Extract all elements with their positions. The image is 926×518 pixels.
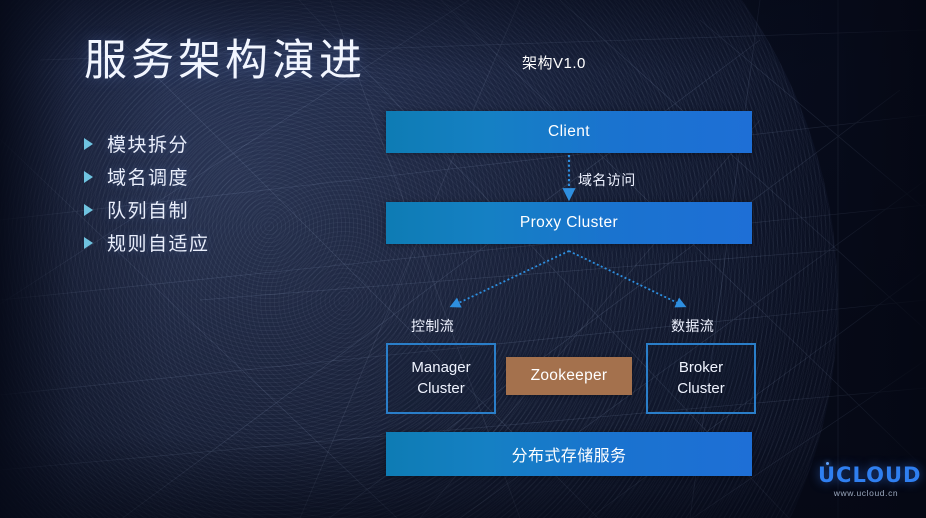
label-domain-access: 域名访问: [578, 172, 636, 188]
label-control-flow: 控制流: [411, 318, 455, 334]
node-broker-cluster-line1: Broker: [678, 358, 724, 376]
node-broker-cluster-line2: Cluster: [677, 379, 725, 397]
ucloud-logo: UCLOUD www.ucloud.cn: [818, 462, 922, 506]
node-manager-cluster: Manager Cluster: [386, 343, 496, 414]
node-client: Client: [386, 111, 752, 153]
logo-dot-icon: [826, 462, 829, 465]
slide-canvas: 服务架构演进 模块拆分 域名调度 队列自制 规则自适应 架构V1.0 Clien…: [0, 0, 926, 518]
logo-url: www.ucloud.cn: [833, 488, 899, 498]
label-data-flow: 数据流: [671, 318, 715, 334]
node-proxy-cluster: Proxy Cluster: [386, 202, 752, 244]
diagram-heading: 架构V1.0: [522, 55, 586, 72]
node-distributed-storage: 分布式存储服务: [386, 432, 752, 476]
node-zookeeper: Zookeeper: [506, 357, 632, 395]
node-manager-cluster-line1: Manager: [411, 358, 471, 376]
node-broker-cluster: Broker Cluster: [646, 343, 756, 414]
architecture-diagram: 架构V1.0 Client Proxy Cluster Manager Clus…: [0, 0, 926, 518]
node-manager-cluster-line2: Cluster: [417, 379, 465, 397]
logo-wordmark: UCLOUD: [818, 463, 922, 487]
